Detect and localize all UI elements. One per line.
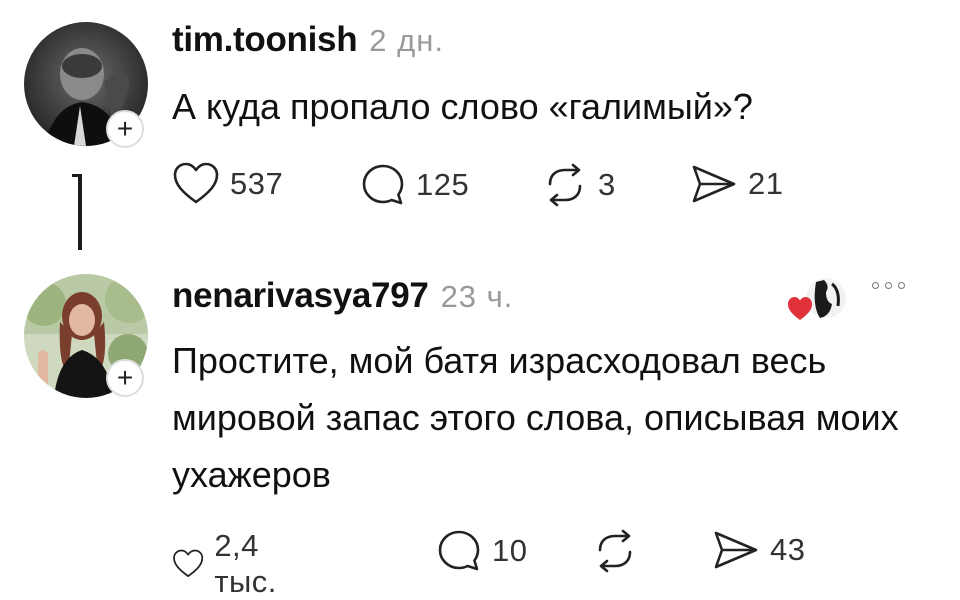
comment-text: А куда пропало слово «галимый»? [172, 86, 753, 127]
plus-icon: + [116, 113, 134, 144]
timestamp: 23 ч. [440, 279, 514, 314]
heart-icon [173, 549, 204, 577]
more-icon [898, 282, 905, 289]
comment-text: Простите, мой батя израсходовал весь мир… [172, 340, 899, 495]
repost-icon [548, 163, 582, 207]
comment-header: nenarivasya797 23 ч. [172, 276, 513, 316]
username[interactable]: tim.toonish [172, 20, 358, 60]
more-options-button[interactable] [872, 282, 905, 289]
follow-plus-button[interactable]: + [106, 359, 144, 397]
repost-button[interactable] [592, 528, 648, 574]
share-button[interactable]: 21 [690, 162, 783, 206]
timestamp: 2 дн. [369, 23, 444, 58]
reply-button[interactable]: 125 [360, 162, 469, 208]
repost-button[interactable]: 3 [542, 162, 616, 208]
share-count: 43 [770, 532, 806, 567]
comment-1: + tim.toonish 2 дн. А куда пропало слово… [0, 0, 960, 260]
follow-plus-button[interactable]: + [106, 110, 144, 148]
comment-header: tim.toonish 2 дн. [172, 20, 444, 60]
comment-icon [362, 164, 404, 205]
heart-icon [173, 162, 219, 204]
send-icon [714, 531, 758, 569]
share-button[interactable]: 43 [712, 528, 805, 572]
share-count: 21 [748, 166, 784, 201]
like-button[interactable]: 537 [172, 162, 283, 206]
author-avatar-heart-icon [788, 278, 846, 320]
reply-button[interactable]: 10 [436, 528, 527, 574]
liked-by-author-badge [786, 276, 850, 326]
repost-icon [598, 529, 632, 573]
more-icon [885, 282, 892, 289]
send-icon [692, 165, 736, 203]
thread-line [78, 174, 82, 250]
username[interactable]: nenarivasya797 [172, 276, 429, 316]
like-count: 2,4 тыс. [214, 528, 277, 599]
repost-count: 3 [598, 167, 616, 202]
reply-count: 10 [492, 533, 528, 568]
plus-icon: + [116, 362, 134, 393]
comment-icon [438, 530, 480, 571]
more-icon [872, 282, 879, 289]
like-count: 537 [230, 166, 284, 201]
reply-count: 125 [416, 167, 470, 202]
like-button[interactable]: 2,4 тыс. [172, 528, 293, 600]
comment-2: + nenarivasya797 23 ч. Простите, мой бат… [0, 260, 960, 599]
